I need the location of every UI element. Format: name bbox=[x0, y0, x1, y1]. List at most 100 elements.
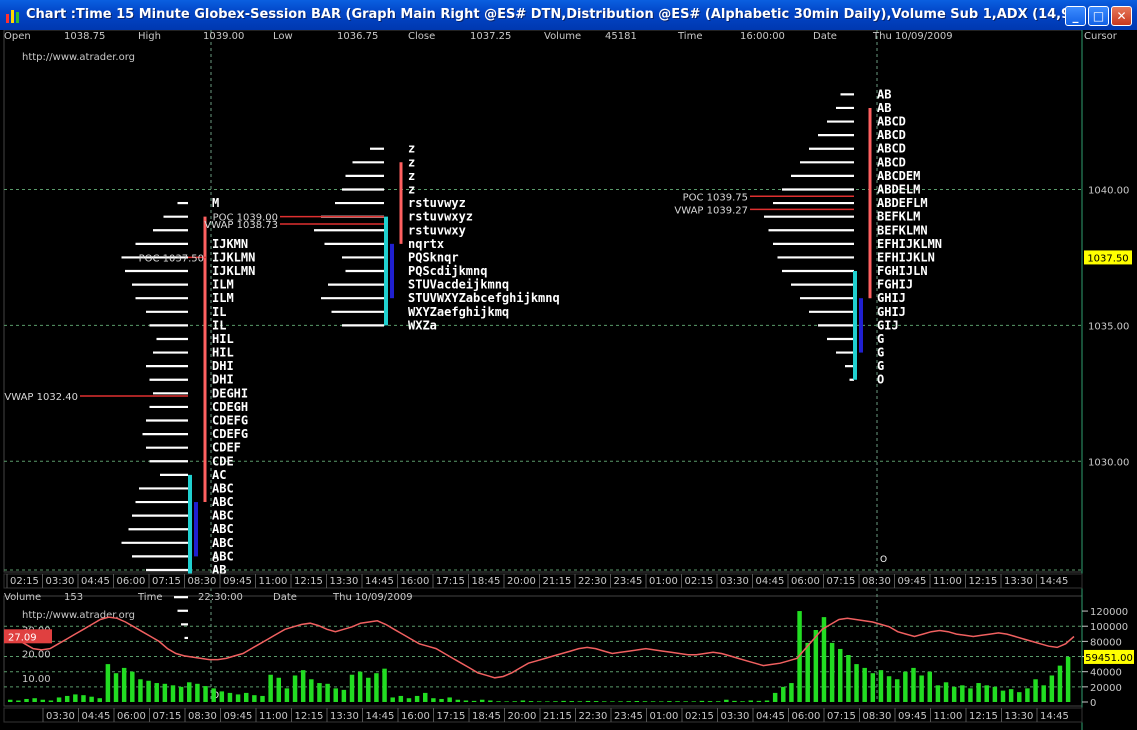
header-label-0: Open bbox=[4, 31, 31, 42]
time-tick-label: 06:00 bbox=[791, 576, 820, 587]
volume-bar bbox=[73, 694, 78, 702]
sub-header: Volume 153 Time 22:30:00 Date Thu 10/09/2009 bbox=[4, 592, 413, 603]
time-tick-label: 07:15 bbox=[152, 576, 181, 587]
tpo-letters: STUVWXYZabcefghijkmnq bbox=[408, 291, 560, 305]
tpo-letters: rstuvwxyz bbox=[408, 210, 473, 224]
volume-bar bbox=[545, 701, 550, 702]
volume-bar bbox=[496, 701, 501, 702]
volume-bar bbox=[610, 701, 615, 702]
volume-bar bbox=[789, 683, 794, 702]
tpo-letters: AB bbox=[877, 101, 891, 115]
volume-bar bbox=[32, 698, 37, 702]
sub-time-tick-label: 13:30 bbox=[1005, 711, 1034, 722]
time-tick-label: 23:45 bbox=[614, 576, 643, 587]
volume-bar bbox=[1057, 665, 1063, 702]
tpo-letters: z bbox=[408, 169, 415, 183]
profile-session-3: ABABABCDABCDABCDABCDABCDEMABDELMABDEFLMB… bbox=[674, 87, 942, 386]
volume-bar bbox=[471, 700, 477, 702]
price-tick-1: 1035.00 bbox=[1088, 321, 1129, 332]
time-tick-label: 20:00 bbox=[507, 576, 536, 587]
volume-bar bbox=[1017, 692, 1022, 702]
tpo-letters: DHI bbox=[212, 373, 234, 387]
tpo-letters: ILM bbox=[212, 291, 234, 305]
volume-bar bbox=[561, 700, 566, 702]
volume-bar bbox=[504, 701, 509, 702]
volume-bar bbox=[1065, 656, 1071, 702]
volume-bar bbox=[97, 698, 102, 702]
tpo-letters: rstuvwyz bbox=[408, 196, 466, 210]
volume-bar bbox=[658, 701, 664, 702]
volume-bar bbox=[138, 679, 143, 702]
volume-bar bbox=[903, 671, 908, 702]
tpo-letters: G bbox=[877, 332, 884, 346]
time-tick-label: 17:15 bbox=[436, 576, 465, 587]
volume-bar bbox=[1049, 675, 1055, 702]
tpo-letters: BEFKLM bbox=[877, 210, 920, 224]
header-value-6: Thu 10/09/2009 bbox=[872, 31, 953, 42]
tpo-letters: GHIJ bbox=[877, 291, 906, 305]
volume-bar bbox=[203, 686, 208, 702]
volume-tick-0: 120000 bbox=[1090, 607, 1128, 618]
tpo-letters: O bbox=[877, 373, 884, 387]
sub-header-label-2: Date bbox=[273, 592, 297, 603]
volume-bar bbox=[699, 700, 705, 702]
volume-bar bbox=[178, 686, 184, 702]
volume-bar bbox=[227, 692, 233, 702]
tpo-letters: z bbox=[408, 155, 415, 169]
tpo-letters: ABC bbox=[212, 509, 234, 523]
minimize-button[interactable]: _ bbox=[1065, 6, 1086, 26]
volume-bar bbox=[781, 686, 786, 702]
volume-bar bbox=[431, 698, 436, 702]
tpo-letters: IJKLMN bbox=[212, 250, 255, 264]
tpo-letters: G bbox=[877, 359, 884, 373]
volume-bar bbox=[886, 676, 892, 702]
volume-bar bbox=[528, 701, 534, 702]
sub-header-value-1: 22:30:00 bbox=[198, 592, 243, 603]
sub-time-tick-label: 01:00 bbox=[650, 711, 679, 722]
tpo-letters: PQSknqr bbox=[408, 250, 459, 264]
sub-time-tick-label: 07:15 bbox=[827, 711, 856, 722]
header-label-2: Low bbox=[273, 31, 293, 42]
tpo-letters: EFHIJKLMN bbox=[877, 237, 942, 251]
volume-bar bbox=[772, 692, 778, 702]
session-marker: O bbox=[880, 555, 887, 565]
volume-tick-6: 0 bbox=[1090, 698, 1096, 709]
volume-bar bbox=[187, 682, 192, 702]
volume-bar bbox=[219, 691, 225, 702]
volume-bar bbox=[479, 699, 485, 702]
volume-bar bbox=[195, 683, 200, 702]
tpo-letters: WXZa bbox=[408, 318, 437, 332]
sub-time-tick-label: 23:45 bbox=[614, 711, 643, 722]
tpo-letters: CDEGH bbox=[212, 400, 248, 414]
volume-bar bbox=[16, 700, 21, 702]
volume-bar bbox=[374, 673, 379, 702]
tpo-letters: rstuvwxy bbox=[408, 223, 466, 237]
volume-bar bbox=[683, 701, 688, 702]
tpo-letters: CDE bbox=[212, 454, 234, 468]
sub-time-tick-label: 03:30 bbox=[721, 711, 750, 722]
time-tick-label: 14:45 bbox=[1040, 576, 1069, 587]
time-tick-label: 09:45 bbox=[898, 576, 927, 587]
volume-bar bbox=[878, 670, 884, 702]
sub-time-tick-label: 06:00 bbox=[792, 711, 821, 722]
volume-bar bbox=[756, 700, 762, 702]
header-label-6: Date bbox=[813, 31, 837, 42]
volume-bar bbox=[650, 701, 656, 702]
tpo-letters: IL bbox=[212, 305, 226, 319]
volume-bar bbox=[317, 683, 322, 702]
volume-bar bbox=[48, 700, 54, 702]
sub-time-tick-label: 18:45 bbox=[472, 711, 501, 722]
tpo-letters: HIL bbox=[212, 332, 234, 346]
header-value-3: 1037.25 bbox=[470, 31, 511, 42]
adx-tick-2: 10.00 bbox=[22, 674, 51, 685]
volume-bar bbox=[366, 677, 371, 702]
tpo-letters: nqrtx bbox=[408, 237, 444, 251]
maximize-button[interactable]: □ bbox=[1088, 6, 1109, 26]
volume-bar bbox=[300, 670, 306, 702]
volume-bar bbox=[927, 671, 933, 702]
close-button[interactable]: ✕ bbox=[1111, 6, 1132, 26]
chart-canvas[interactable]: Open 1038.75 High 1039.00 Low 1036.75 Close 103… bbox=[0, 30, 1137, 730]
tpo-letters: AB bbox=[877, 87, 891, 101]
volume-bar bbox=[691, 701, 697, 702]
volume-bar bbox=[243, 692, 249, 702]
